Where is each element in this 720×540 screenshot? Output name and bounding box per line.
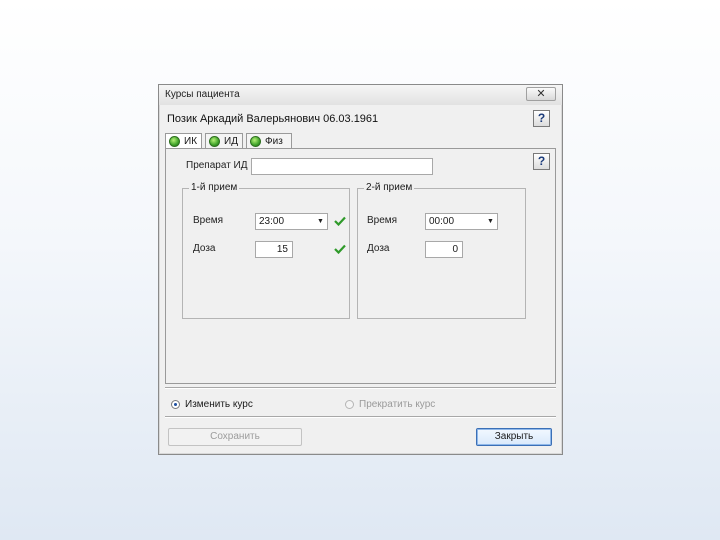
save-button[interactable]: Сохранить xyxy=(168,428,302,446)
second-dose-label: Доза xyxy=(367,243,390,254)
second-dose-group: 2-й прием Время 00:00 ▼ Доза 0 xyxy=(357,182,526,319)
tab-panel-id: Препарат ИД 1-й прием Время 23:00 ▼ Доза… xyxy=(165,148,556,384)
status-green-dot-icon xyxy=(169,136,180,147)
second-dose-input[interactable]: 0 xyxy=(425,241,463,258)
chevron-down-icon[interactable]: ▼ xyxy=(314,214,327,229)
change-course-radio[interactable]: Изменить курс xyxy=(171,398,253,412)
divider xyxy=(165,416,556,418)
status-green-dot-icon xyxy=(209,136,220,147)
divider xyxy=(165,387,556,389)
second-time-select[interactable]: 00:00 ▼ xyxy=(425,213,498,230)
stop-course-radio[interactable]: Прекратить курс xyxy=(345,398,435,412)
tab-fiz[interactable]: Физ xyxy=(246,133,292,149)
tab-id[interactable]: ИД xyxy=(205,133,243,149)
radio-selected-icon xyxy=(171,400,180,409)
patient-name: Позик Аркадий Валерьянович 06.03.1961 xyxy=(167,113,379,125)
first-time-label: Время xyxy=(193,215,224,226)
tab-ik[interactable]: ИК xyxy=(165,133,202,149)
radio-empty-icon xyxy=(345,400,354,409)
second-time-label: Время xyxy=(367,215,398,226)
status-green-dot-icon xyxy=(250,136,261,147)
close-button[interactable]: Закрыть xyxy=(476,428,552,446)
help-button[interactable]: ? xyxy=(533,110,550,127)
check-icon xyxy=(334,216,346,226)
second-dose-title: 2-й прием xyxy=(364,182,415,193)
tab-label: Физ xyxy=(265,136,283,147)
chevron-down-icon[interactable]: ▼ xyxy=(484,214,497,229)
stop-course-label: Прекратить курс xyxy=(359,399,436,410)
change-course-label: Изменить курс xyxy=(185,399,253,410)
tab-label: ИК xyxy=(184,136,198,147)
help-button[interactable]: ? xyxy=(533,153,550,170)
first-time-value: 23:00 xyxy=(259,216,285,227)
tab-label: ИД xyxy=(224,136,238,147)
patient-courses-window: Курсы пациента ✕ Позик Аркадий Валерьяно… xyxy=(158,84,563,455)
first-dose-input[interactable]: 15 xyxy=(255,241,293,258)
first-dose-title: 1-й прием xyxy=(189,182,240,193)
title-bar[interactable]: Курсы пациента ✕ xyxy=(159,85,562,105)
first-dose-group: 1-й прием Время 23:00 ▼ Доза 15 xyxy=(182,182,350,319)
check-icon xyxy=(334,244,346,254)
window-title: Курсы пациента xyxy=(165,89,240,100)
drug-input[interactable] xyxy=(251,158,433,175)
first-dose-label: Доза xyxy=(193,243,216,254)
first-time-select[interactable]: 23:00 ▼ xyxy=(255,213,328,230)
second-time-value: 00:00 xyxy=(429,216,455,227)
drug-label: Препарат ИД xyxy=(186,160,248,171)
close-window-button[interactable]: ✕ xyxy=(526,87,556,101)
